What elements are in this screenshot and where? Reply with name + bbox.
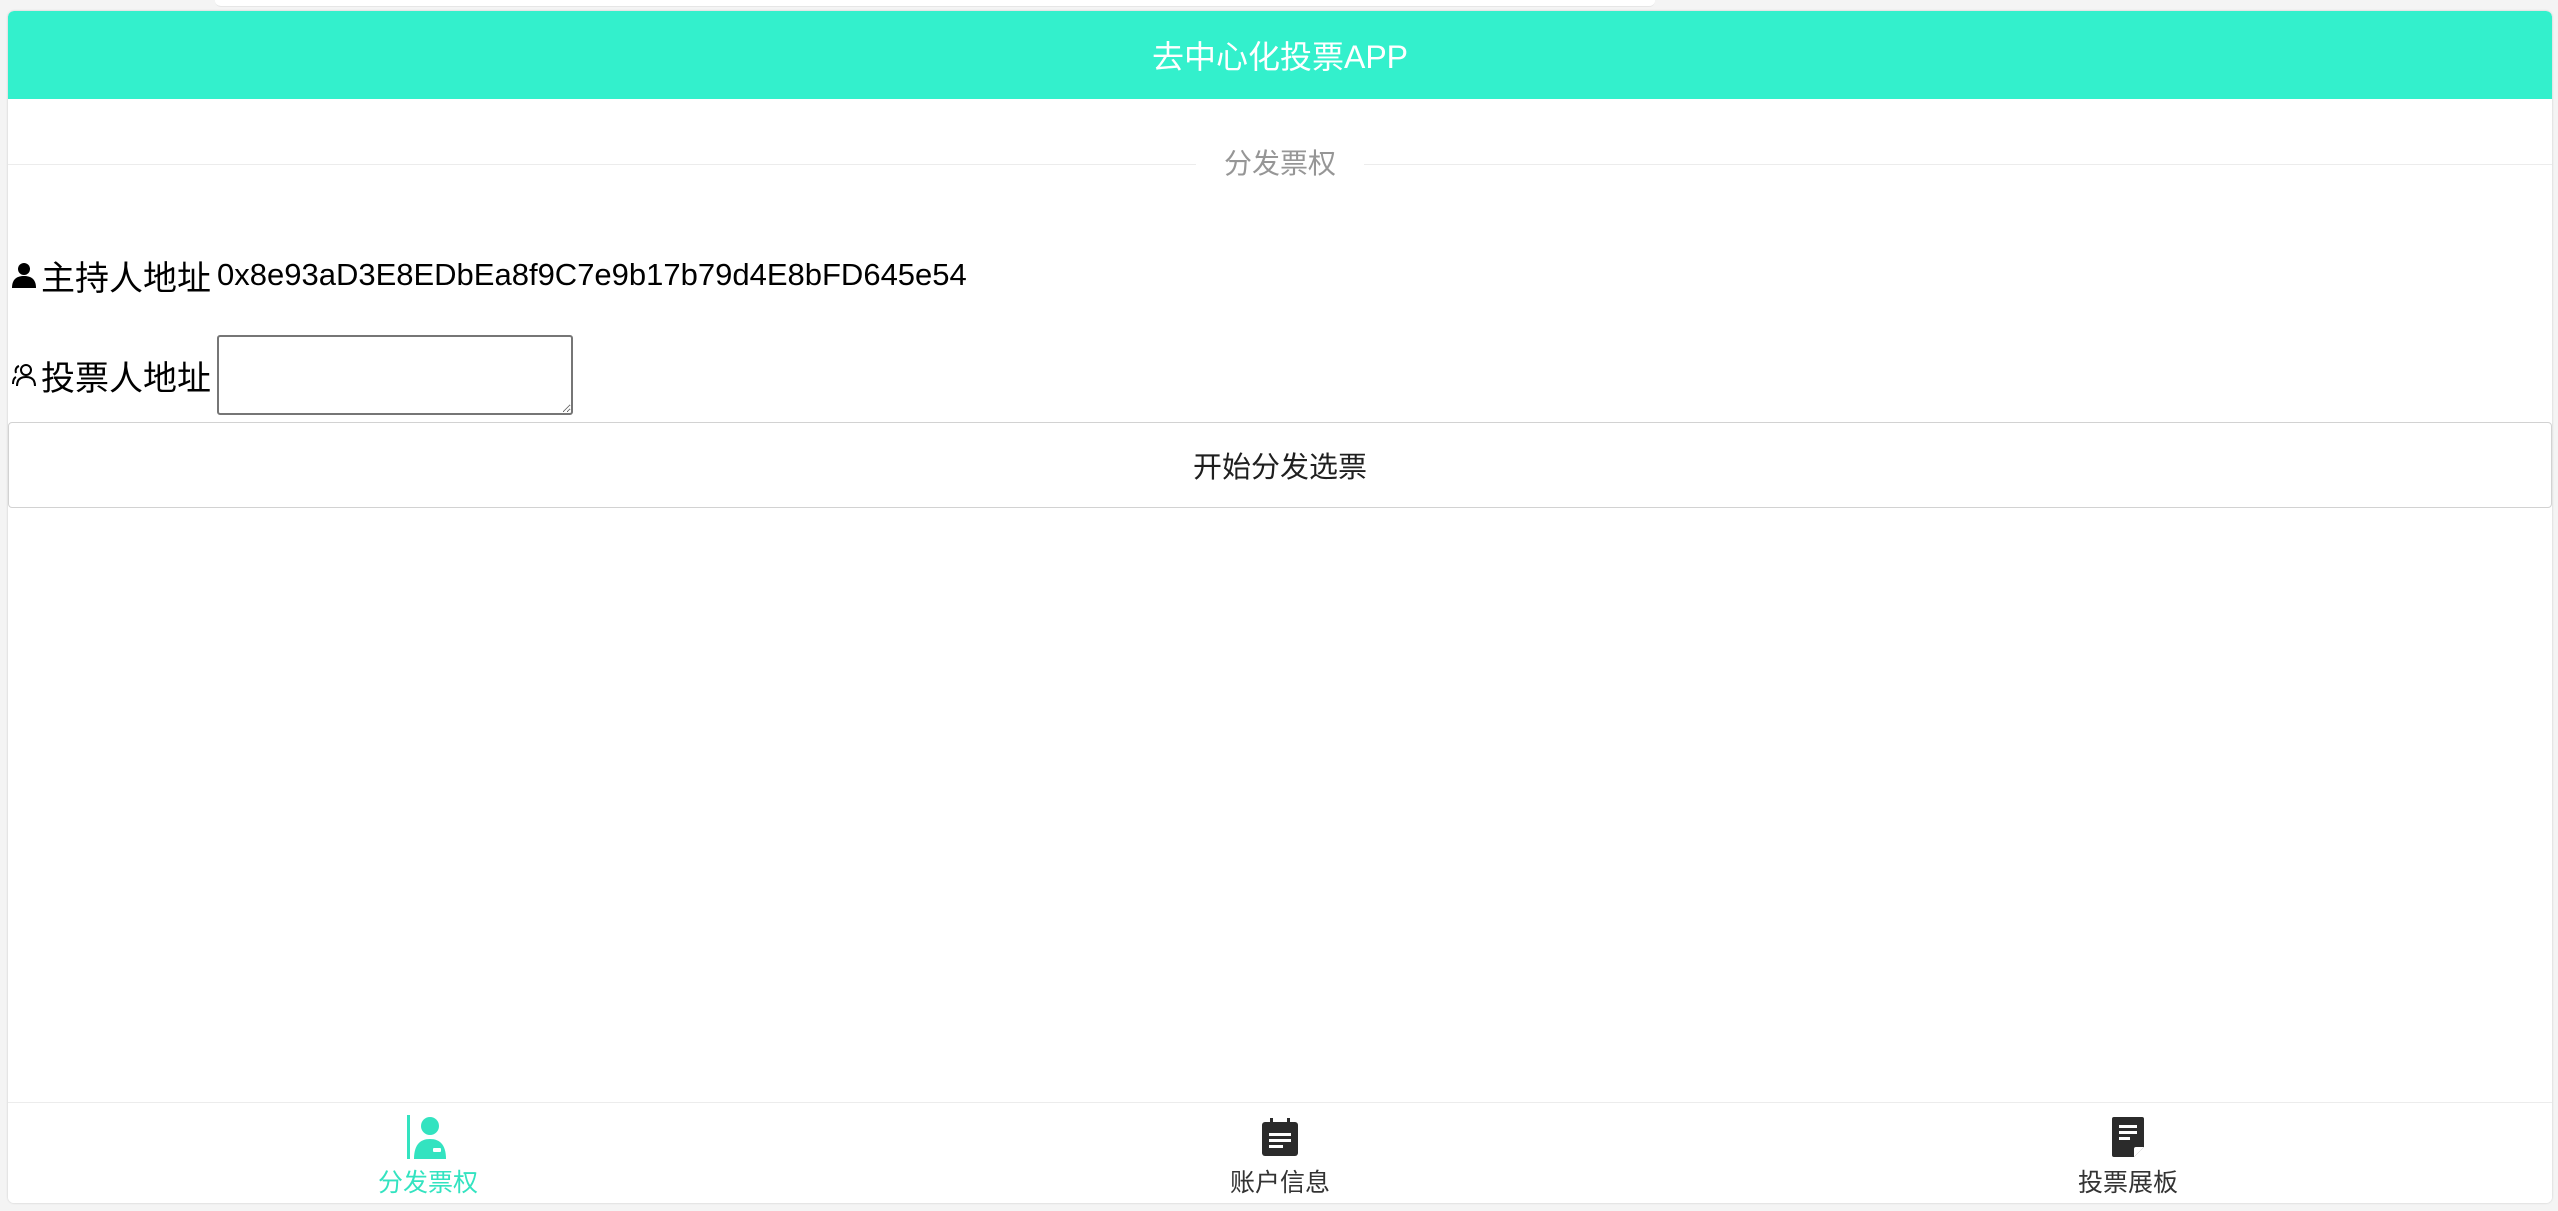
section-title: 分发票权: [1195, 138, 1365, 190]
document-icon: [2104, 1113, 2152, 1161]
section-divider: 分发票权: [8, 138, 2552, 192]
host-address-row: 主持人地址 0x8e93aD3E8EDbEa8f9C7e9b17b79d4E8b…: [8, 247, 967, 303]
tab-label: 分发票权: [377, 1169, 478, 1197]
voter-address-row: 投票人地址: [8, 327, 573, 423]
app-header: 去中心化投票APP: [8, 11, 2552, 99]
host-address-label: 主持人地址: [41, 259, 211, 298]
users-outline-icon: [11, 362, 37, 388]
calendar-note-icon: [1256, 1113, 1304, 1161]
host-address-value: 0x8e93aD3E8EDbEa8f9C7e9b17b79d4E8bFD645e…: [217, 257, 967, 292]
start-distribute-button[interactable]: 开始分发选票: [8, 422, 2552, 508]
browser-top-strip: [215, 0, 1655, 7]
tab-label: 账户信息: [1229, 1169, 1330, 1197]
app-title: 去中心化投票APP: [1151, 39, 1409, 75]
tab-distribute[interactable]: 分发票权: [278, 1103, 578, 1203]
bottom-tab-bar: 分发票权 账户信息 投票展板: [8, 1102, 2552, 1203]
app-window: 去中心化投票APP 分发票权 主持人地址 0x8e93aD3E8EDbEa8f9…: [8, 11, 2552, 1203]
user-badge-icon: [404, 1113, 452, 1161]
voter-address-input[interactable]: [217, 335, 573, 415]
tab-voting-board[interactable]: 投票展板: [1978, 1103, 2278, 1203]
user-solid-icon: [11, 262, 37, 288]
voter-address-label: 投票人地址: [41, 359, 211, 398]
tab-label: 投票展板: [2077, 1169, 2178, 1197]
tab-account-info[interactable]: 账户信息: [1130, 1103, 1430, 1203]
